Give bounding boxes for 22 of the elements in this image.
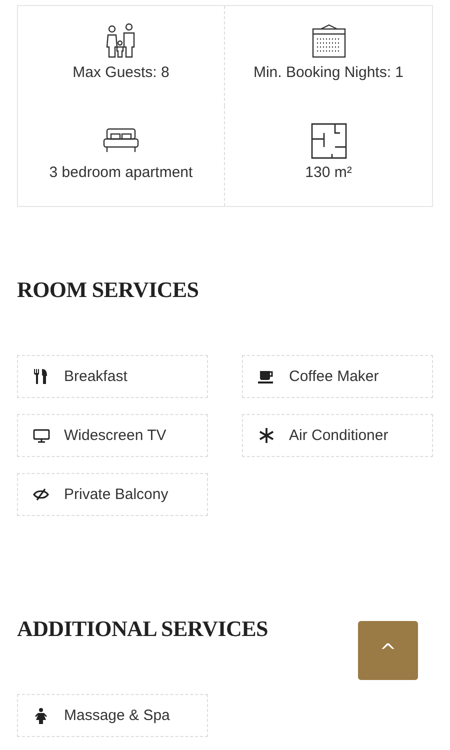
service-item: Air Conditioner — [242, 414, 433, 457]
snowflake-icon — [258, 428, 274, 443]
service-item: Coffee Maker — [242, 355, 433, 398]
bed-icon — [103, 127, 139, 155]
fact-label: 130 m² — [305, 164, 352, 181]
service-item: Private Balcony — [17, 473, 208, 516]
monitor-icon — [32, 428, 50, 442]
eye-slash-icon — [33, 488, 49, 501]
service-item: Breakfast — [17, 355, 208, 398]
back-to-top-button[interactable]: ^ — [358, 621, 418, 680]
fork-knife-icon — [34, 369, 48, 384]
fact-label: Min. Booking Nights: 1 — [253, 64, 404, 81]
person-icon — [35, 708, 47, 724]
calendar-icon — [310, 23, 346, 59]
section-heading: ROOM SERVICES — [17, 277, 199, 303]
fact-label: Max Guests: 8 — [72, 64, 170, 81]
fact-label: 3 bedroom apartment — [49, 164, 193, 181]
floor-plan-icon — [310, 123, 346, 159]
service-item: Widescreen TV — [17, 414, 208, 457]
service-item: Massage & Spa — [17, 694, 208, 737]
section-heading: ADDITIONAL SERVICES — [17, 616, 268, 642]
coffee-cup-icon — [258, 370, 274, 384]
